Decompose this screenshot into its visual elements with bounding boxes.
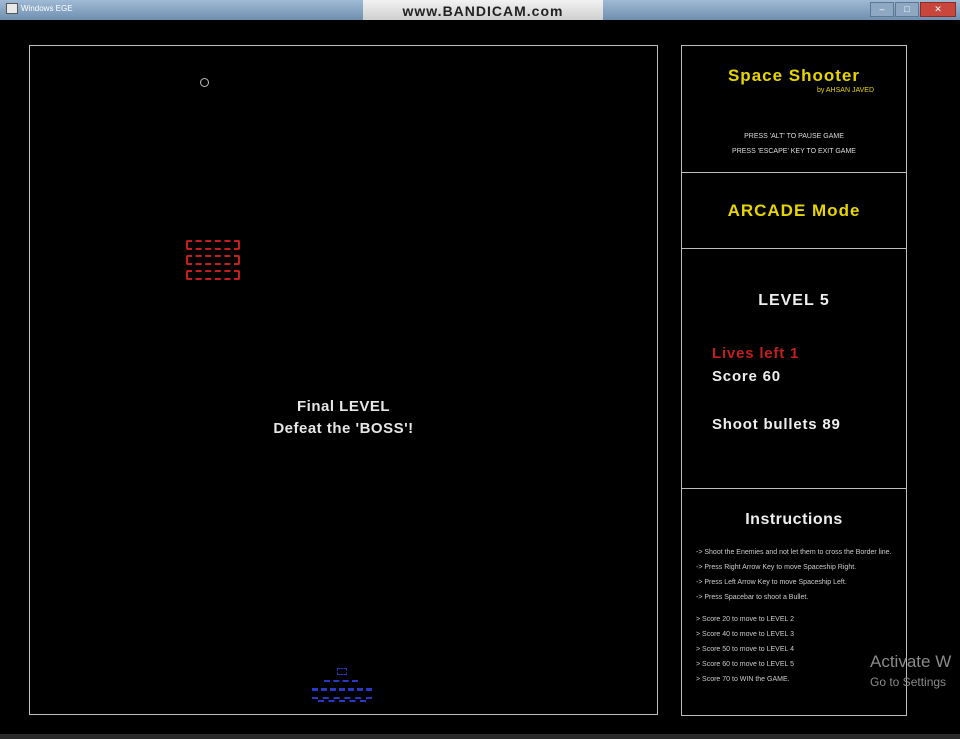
level-message: Final LEVEL Defeat the 'BOSS'! (30, 396, 657, 440)
window-title-text: Windows EGE (21, 4, 73, 13)
stats-section: LEVEL 5 Lives left 1 Score 60 Shoot bull… (682, 249, 906, 489)
level-message-line1: Final LEVEL (296, 398, 390, 415)
recorder-watermark: www.BANDICAM.com (363, 0, 603, 20)
instruction-item: -> Shoot the Enemies and not let them to… (696, 549, 892, 556)
side-panel: Space Shooter by AHSAN JAVED PRESS 'ALT'… (681, 45, 907, 716)
score-rule-item: > Score 20 to move to LEVEL 2 (696, 616, 794, 623)
spaceship-base (318, 700, 366, 706)
instruction-item: -> Press Left Arrow Key to move Spaceshi… (696, 579, 847, 586)
boss-bullet (200, 78, 209, 87)
title-section: Space Shooter by AHSAN JAVED PRESS 'ALT'… (682, 46, 906, 173)
level-label: LEVEL 5 (758, 292, 830, 309)
score-rule-item: > Score 40 to move to LEVEL 3 (696, 631, 794, 638)
close-button[interactable]: ✕ (920, 2, 956, 17)
spaceship-wings (312, 688, 372, 699)
author-credit: by AHSAN JAVED (816, 87, 874, 94)
spaceship-body (324, 680, 358, 686)
window-bottom-edge (0, 734, 960, 739)
exit-hint: PRESS 'ESCAPE' KEY TO EXIT GAME (732, 148, 856, 155)
spaceship-nose (337, 668, 347, 675)
score: Score 60 (712, 368, 781, 385)
window-title-bar: Windows EGE www.BANDICAM.com – □ ✕ (0, 0, 960, 20)
minimize-button[interactable]: – (870, 2, 894, 17)
bullets-shot: Shoot bullets 89 (712, 416, 841, 433)
game-playfield[interactable]: Final LEVEL Defeat the 'BOSS'! (29, 45, 658, 715)
game-title: Space Shooter (727, 66, 861, 85)
activate-windows-overlay: Activate W Go to Settings (870, 652, 951, 689)
boss-enemy-row (186, 240, 240, 250)
lives-left: Lives left 1 (712, 345, 800, 362)
game-mode-label: ARCADE Mode (727, 201, 861, 220)
app-icon (6, 3, 18, 14)
window-controls: – □ ✕ (870, 2, 956, 17)
boss-enemy-row (186, 270, 240, 280)
boss-enemy-row (186, 255, 240, 265)
mode-section: ARCADE Mode (682, 173, 906, 249)
player-spaceship (310, 668, 374, 710)
level-message-line2: Defeat the 'BOSS'! (273, 420, 414, 437)
boss-enemy (186, 240, 240, 286)
instruction-item: -> Press Spacebar to shoot a Bullet. (696, 594, 809, 601)
instructions-heading: Instructions (745, 511, 843, 528)
window-title: Windows EGE (6, 3, 73, 14)
activate-windows-subtitle: Go to Settings (870, 675, 947, 689)
maximize-button[interactable]: □ (895, 2, 919, 17)
pause-hint: PRESS 'ALT' TO PAUSE GAME (744, 133, 844, 140)
instruction-item: -> Press Right Arrow Key to move Spacesh… (696, 564, 857, 571)
activate-windows-title: Activate W (870, 652, 952, 671)
